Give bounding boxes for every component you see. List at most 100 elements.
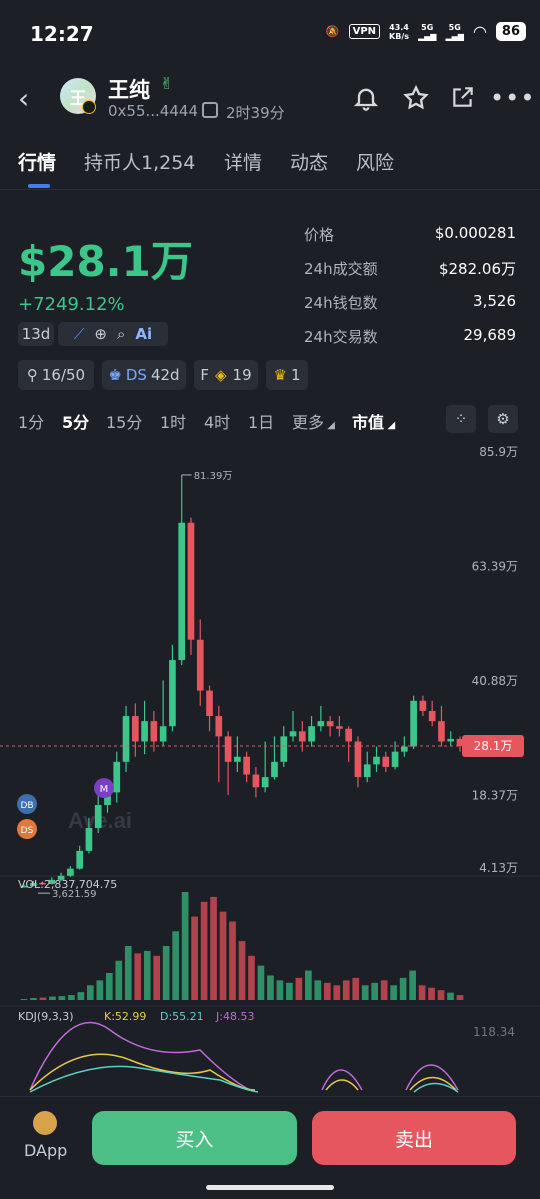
volume-bar: [323, 982, 331, 1000]
candle-body: [169, 660, 176, 727]
dapp-icon[interactable]: [33, 1111, 57, 1135]
tab-market[interactable]: 行情: [18, 148, 56, 175]
battery-icon: 86: [495, 22, 526, 41]
indicator-dots-icon[interactable]: ⁘: [446, 405, 476, 433]
buy-button[interactable]: 买入: [92, 1111, 297, 1165]
more-icon[interactable]: •••: [490, 84, 535, 112]
candle-body: [141, 721, 148, 742]
net-speed: 43.4 KB/s: [389, 22, 409, 41]
user-star-icon: ⚲: [26, 366, 38, 384]
candle-body: [234, 756, 241, 762]
volume-bar: [390, 985, 397, 1000]
holders-badge[interactable]: ⚲ 16/50: [18, 360, 94, 390]
tf-1h[interactable]: 1时: [160, 409, 186, 433]
volume-bar: [418, 985, 426, 1000]
tf-1d[interactable]: 1日: [248, 409, 274, 433]
volume-bar: [39, 997, 47, 1000]
volume-bar: [219, 911, 227, 1000]
volume-bar: [428, 987, 435, 1000]
volume-bar: [248, 955, 255, 1000]
candle-body: [252, 774, 260, 788]
volume-bar: [105, 973, 113, 1000]
copy-icon[interactable]: [202, 102, 218, 118]
ds-logo-icon: ♚: [108, 366, 122, 384]
volume-bar: [210, 896, 217, 1000]
volume-bar: [96, 980, 104, 1000]
dapp-label[interactable]: DApp: [24, 1141, 67, 1160]
candle-body: [410, 700, 417, 747]
volume-bar: [399, 977, 407, 1000]
ai-icon[interactable]: Ai: [135, 325, 152, 343]
y-tick-label: 40.88万: [472, 674, 518, 688]
volume-bar: [238, 941, 246, 1000]
volume-bar: [191, 916, 198, 1000]
tf-4h[interactable]: 4时: [204, 409, 230, 433]
candle-body: [94, 805, 102, 828]
stat-label-volume: 24h成交额: [304, 260, 378, 278]
volume-bar: [371, 982, 379, 1000]
globe-icon[interactable]: ⊕: [94, 325, 107, 343]
bell-icon[interactable]: [352, 84, 380, 118]
candle-body: [113, 761, 121, 793]
candle-body: [159, 726, 167, 742]
kdj-label: KDJ(9,3,3): [18, 1010, 74, 1023]
active-tab-indicator: [28, 184, 50, 188]
ds-marker-label: DS: [21, 826, 34, 836]
volume-bar: [77, 992, 85, 1000]
high-label: 81.39万: [194, 471, 233, 482]
tab-details[interactable]: 详情: [224, 148, 262, 175]
tab-holders[interactable]: 持币人1,254: [84, 148, 195, 175]
f-badge[interactable]: F ◈ 19: [194, 360, 258, 390]
mcap-toggle-dropdown[interactable]: 市值 ◢: [352, 409, 395, 433]
wifi-icon: ◠: [472, 22, 487, 41]
tab-activity[interactable]: 动态: [290, 148, 328, 175]
timeframe-bar: 1分 5分 15分 1时 4时 1日 更多 ◢ 市值 ◢ ⁘ ⚙: [0, 405, 540, 435]
candle-body: [215, 716, 223, 737]
candle-body: [122, 716, 130, 762]
volume-bar: [352, 977, 360, 1000]
chart-settings-icon[interactable]: ⚙: [488, 405, 518, 433]
social-links: ⟋ ⊕ ⌕ Ai: [58, 322, 168, 346]
volume-bar: [30, 998, 37, 1000]
volume-bar: [49, 996, 56, 1000]
share-icon[interactable]: [450, 84, 476, 116]
back-icon[interactable]: ‹: [18, 82, 29, 115]
stat-value-wallets: 3,526: [473, 292, 516, 310]
kdj-k: K:52.99: [104, 1010, 146, 1023]
sell-button[interactable]: 卖出: [312, 1111, 516, 1165]
candle-body: [150, 721, 158, 742]
volume-bar: [162, 946, 170, 1000]
candle-body: [336, 726, 343, 729]
trophy-badge[interactable]: ♛ 1: [266, 360, 308, 390]
volume-bar: [124, 946, 132, 1000]
tf-1m[interactable]: 1分: [18, 409, 44, 433]
candle-body: [382, 756, 390, 767]
tf-15m[interactable]: 15分: [106, 409, 142, 433]
volume-bar: [200, 901, 208, 1000]
kdj-top-label: 118.34: [473, 1025, 515, 1039]
volume-bar: [286, 982, 293, 1000]
y-tick-label: 85.9万: [479, 445, 518, 459]
volume-bar: [447, 992, 454, 1000]
action-bar: DApp 买入 卖出: [0, 1096, 540, 1199]
mute-icon: 🔕: [325, 25, 340, 38]
star-icon[interactable]: [402, 84, 430, 118]
volume-bar: [267, 975, 274, 1000]
chain-badge-icon: [82, 100, 96, 114]
tf-5m[interactable]: 5分: [62, 409, 89, 433]
candle-body: [438, 721, 445, 742]
ds-badge[interactable]: ♚ DS 42d: [102, 360, 186, 390]
price-chart[interactable]: Ave.ai85.9万63.39万40.88万18.37万4.13万81.39万…: [0, 440, 540, 1096]
current-price-label: 28.1万: [474, 739, 513, 753]
m-marker-label: M: [100, 784, 109, 795]
tf-more-dropdown[interactable]: 更多 ◢: [292, 409, 335, 433]
search-icon[interactable]: ⌕: [117, 325, 125, 343]
feather-icon[interactable]: ⟋: [74, 325, 85, 343]
token-header: ‹ 王 王纯 ✌ 0x55...4444 2时39分 •••: [0, 72, 540, 128]
candle-body: [131, 716, 139, 742]
tab-risk[interactable]: 风险: [356, 148, 394, 175]
age-chip: 13d: [18, 322, 54, 346]
candle-body: [373, 756, 380, 765]
candle-body: [85, 827, 93, 851]
bnb-icon: ◈: [215, 366, 227, 384]
